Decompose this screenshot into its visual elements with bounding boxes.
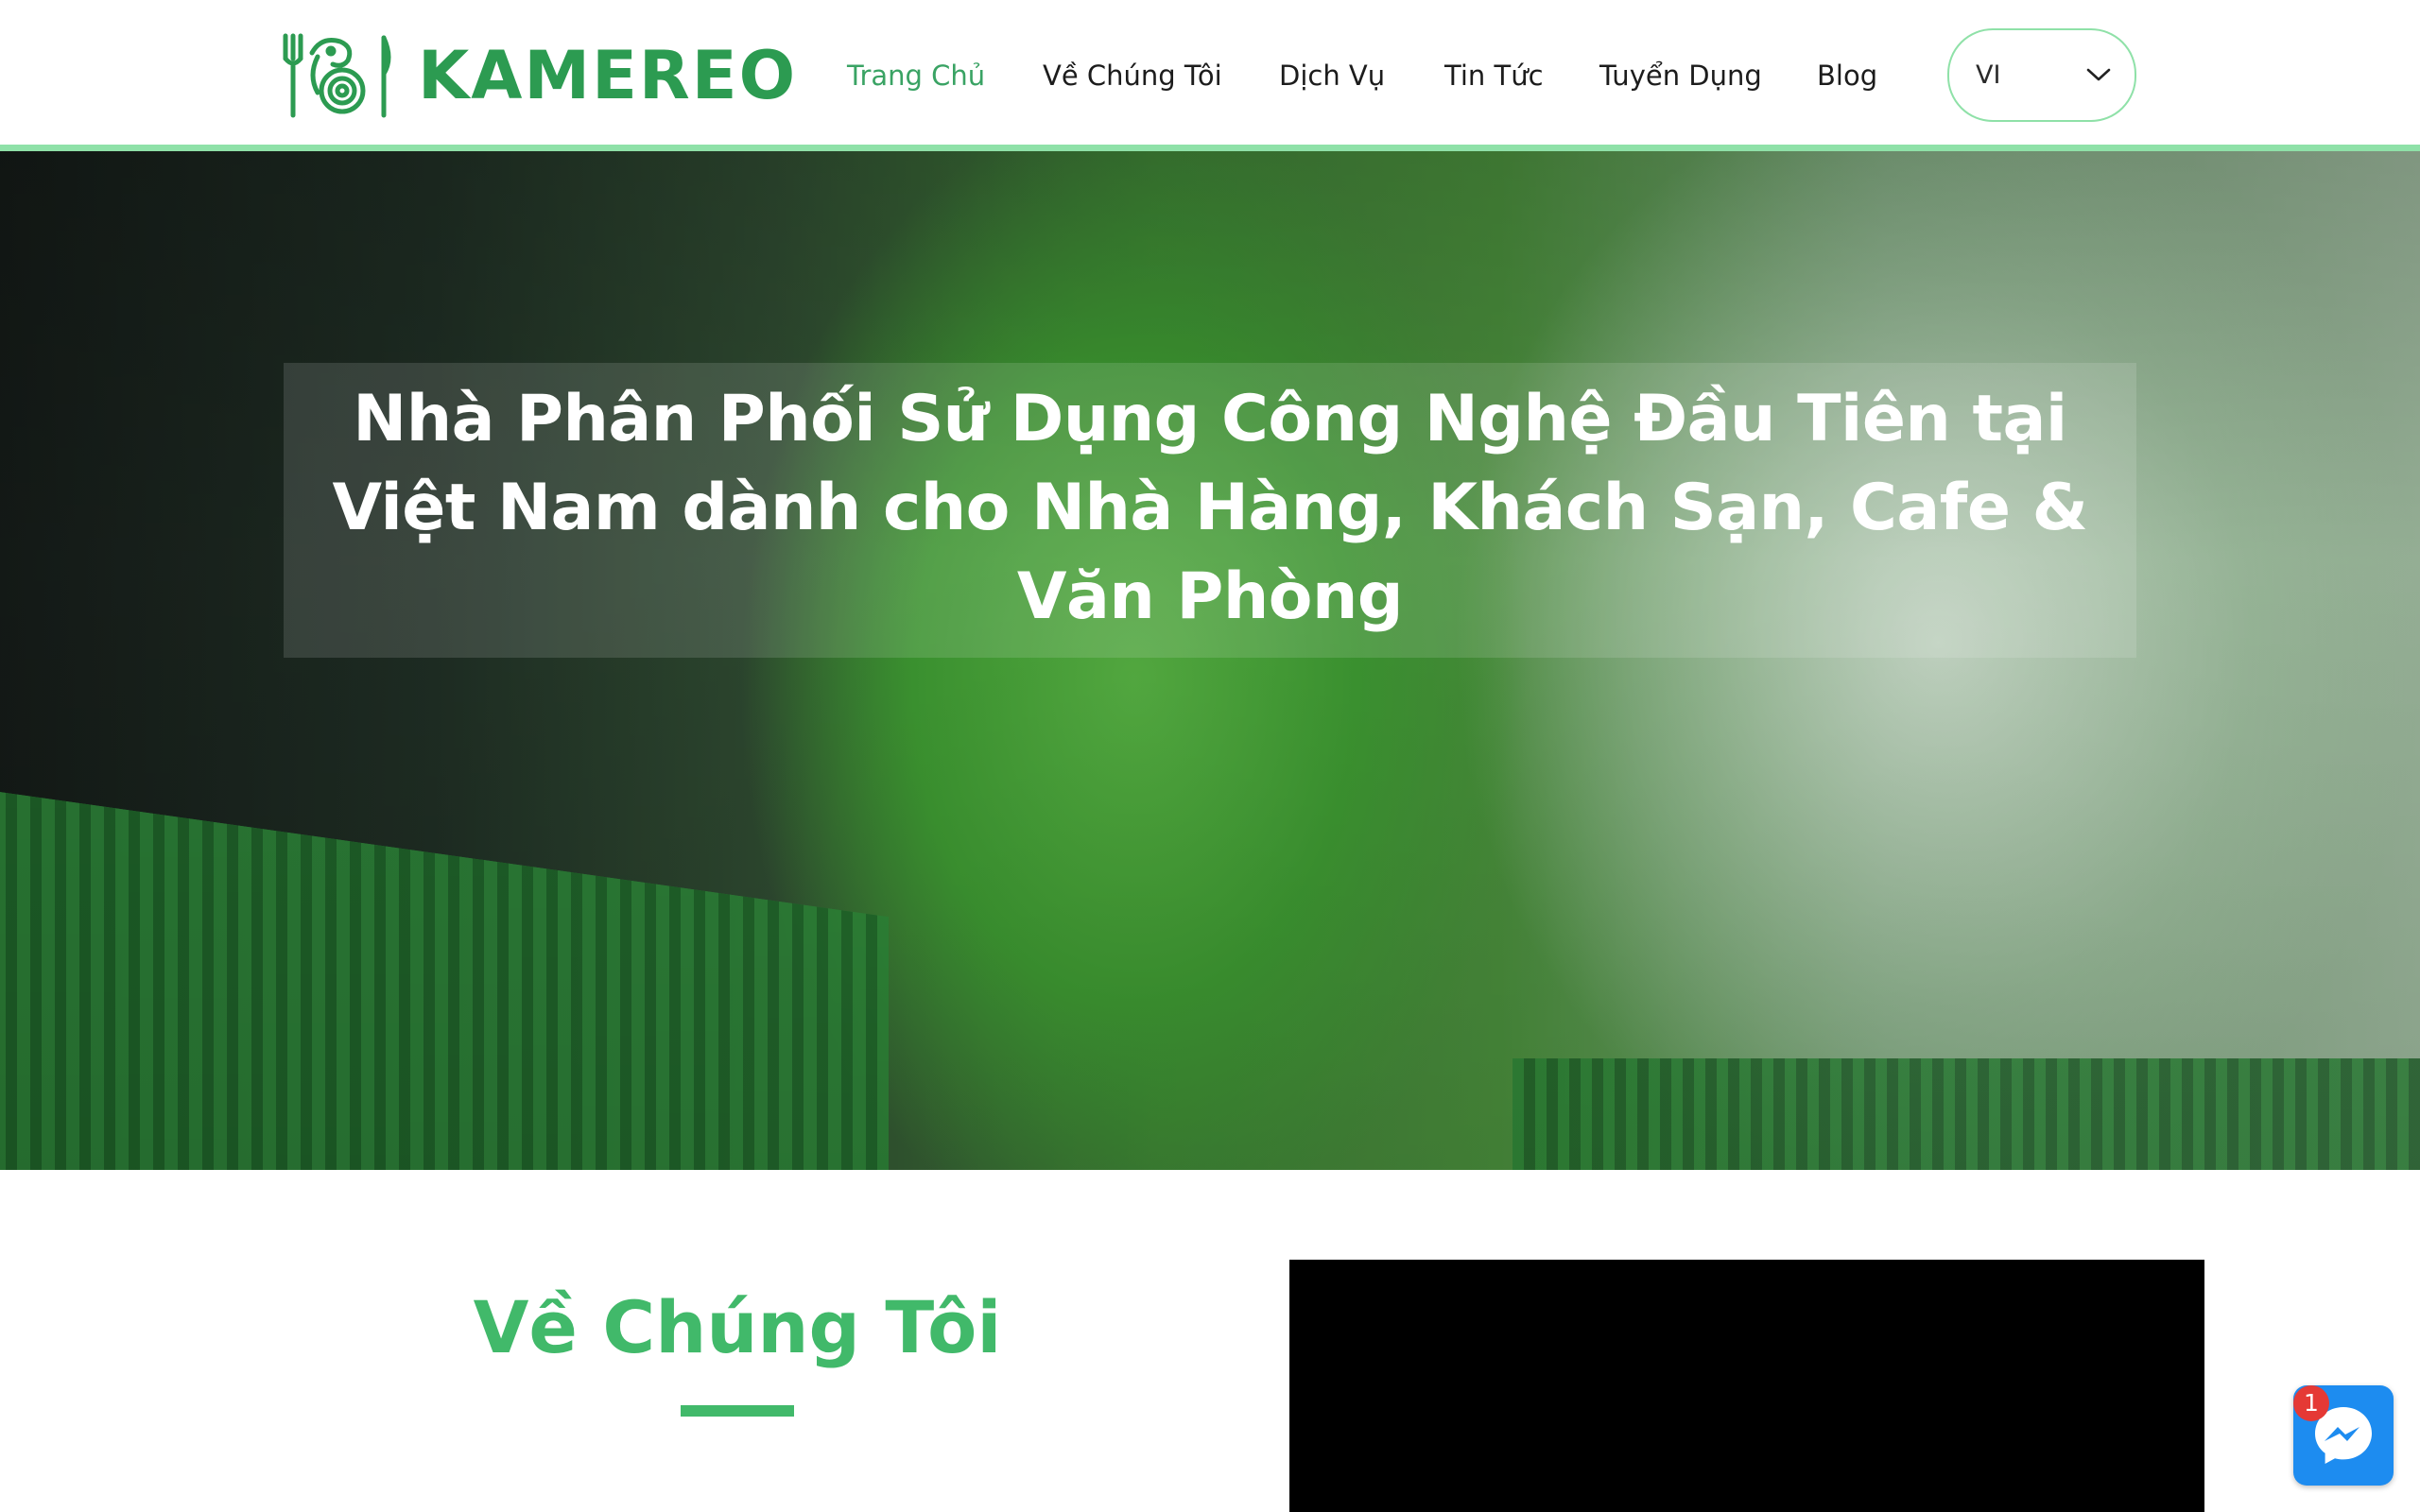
about-video-player[interactable] xyxy=(1289,1260,2204,1512)
hero-banner xyxy=(0,151,2420,1170)
nav-item-tuyen-dung[interactable]: Tuyển Dụng xyxy=(1599,57,1762,94)
hero-title-line: Nhà Phân Phối Sử Dụng Công Nghệ Đầu Tiên… xyxy=(353,382,2067,456)
header-accent-bar xyxy=(0,145,2420,151)
hero-title-line: Văn Phòng xyxy=(1016,559,1404,634)
language-value: VI xyxy=(1976,60,2001,90)
hero-title-line: Việt Nam dành cho Nhà Hàng, Khách Sạn, C… xyxy=(332,471,2088,545)
about-title-underline xyxy=(681,1405,794,1417)
nav-item-dich-vu[interactable]: Dịch Vụ xyxy=(1279,57,1385,94)
language-select[interactable]: VI xyxy=(1947,28,2136,122)
hero-title: Nhà Phân Phối Sử Dụng Công Nghệ Đầu Tiên… xyxy=(284,375,2136,642)
chevron-down-icon xyxy=(2086,68,2111,81)
site-header: KAMEREO Trang Chủ Về Chúng Tôi Dịch Vụ T… xyxy=(0,0,2420,145)
nav-item-tin-tuc[interactable]: Tin Tức xyxy=(1444,57,1544,94)
notification-badge: 1 xyxy=(2293,1385,2329,1421)
nav-item-ve-chung-toi[interactable]: Về Chúng Tôi xyxy=(1043,57,1222,94)
about-section-title: Về Chúng Tôi xyxy=(473,1285,1002,1369)
nav-item-blog[interactable]: Blog xyxy=(1817,57,1877,94)
hero-overlay xyxy=(0,151,2420,1170)
nav-item-trang-chu[interactable]: Trang Chủ xyxy=(847,57,985,94)
